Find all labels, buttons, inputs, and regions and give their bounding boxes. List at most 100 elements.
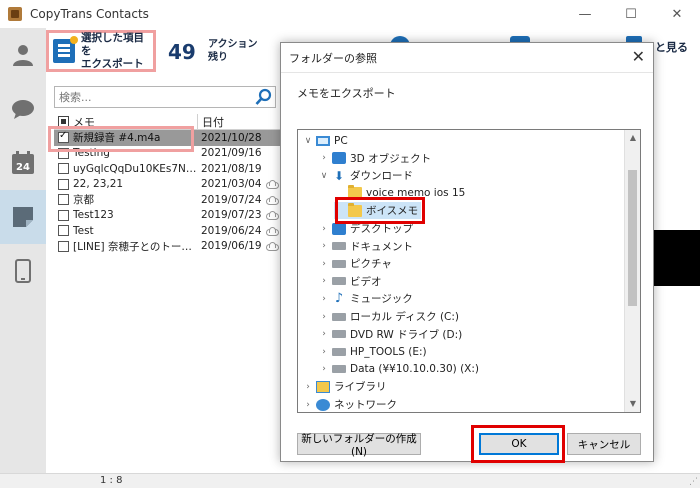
tree-item[interactable]: ∨ ⬇ ダウンロード <box>318 167 416 184</box>
tree-expand-icon[interactable]: › <box>318 276 330 286</box>
table-row[interactable]: uyGqlcQqDu10KEs7NGeE...2021/08/19 <box>54 161 280 177</box>
scroll-up-icon[interactable]: ▲ <box>625 130 640 146</box>
row-date: 2021/08/19 <box>201 162 262 175</box>
app-logo-icon <box>8 7 22 21</box>
row-checkbox[interactable] <box>58 130 69 144</box>
search-box <box>54 86 276 108</box>
folder-icon <box>332 365 346 374</box>
tree-expand-icon[interactable]: › <box>318 224 330 234</box>
tree-item[interactable]: › ピクチャ <box>318 255 395 272</box>
tree-expand-icon[interactable]: › <box>302 400 314 410</box>
cloud-icon <box>265 226 279 236</box>
folder-icon <box>332 330 346 339</box>
tree-item[interactable]: ∨ PC <box>302 132 351 149</box>
dialog-close-button[interactable]: ✕ <box>632 47 645 66</box>
folder-icon <box>316 135 330 146</box>
tree-item[interactable]: › Data (¥¥10.10.0.30) (X:) <box>318 361 482 378</box>
tree-item[interactable]: › ネットワーク <box>302 396 400 412</box>
export-selected-button[interactable]: 選択した項目を エクスポート <box>46 30 156 72</box>
tree-item[interactable]: ボイスメモ <box>334 202 422 220</box>
ok-button[interactable]: OK <box>479 433 559 455</box>
row-memo-name: 新規録音 #4.m4a <box>73 132 161 145</box>
tree-expand-icon[interactable]: › <box>318 364 330 374</box>
row-date: 2019/07/24 <box>201 193 262 206</box>
tree-expand-icon[interactable]: › <box>302 382 314 392</box>
tree-item[interactable]: › 3D オブジェクト <box>318 150 434 167</box>
rail-item-device[interactable] <box>0 244 46 298</box>
table-row[interactable]: 京都 2019/07/24 <box>54 192 280 208</box>
chat-icon <box>12 100 34 119</box>
tree-item[interactable]: › ビデオ <box>318 273 385 290</box>
tree-expand-icon[interactable]: › <box>318 259 330 269</box>
tree-item[interactable]: › ローカル ディスク (C:) <box>318 308 462 325</box>
scroll-down-icon[interactable]: ▼ <box>625 396 640 412</box>
status-bar: 1 : 8 ⋰ <box>0 473 700 488</box>
row-memo-name: 22, 23,21 <box>73 178 124 191</box>
table-row[interactable]: Test 2019/06/24 <box>54 223 280 239</box>
tree-expand-icon[interactable]: ∨ <box>318 171 330 181</box>
tree-item-label: ピクチャ <box>350 258 392 271</box>
row-checkbox[interactable] <box>58 147 69 159</box>
rail-item-messages[interactable] <box>0 82 46 136</box>
folder-icon <box>332 347 346 356</box>
search-icon[interactable] <box>255 88 273 106</box>
row-checkbox[interactable] <box>58 225 69 237</box>
folder-icon <box>348 202 362 217</box>
dialog-description: メモをエクスポート <box>297 87 396 100</box>
folder-icon: ♪ <box>334 290 344 306</box>
table-row[interactable]: 22, 23,21 2021/03/04 <box>54 177 280 193</box>
tree-item[interactable]: › ドキュメント <box>318 238 416 255</box>
tree-expand-icon[interactable]: › <box>318 312 330 322</box>
row-memo-name: [LINE] 奈穂子とのトーク.txt <box>73 240 199 253</box>
table-row[interactable]: 新規録音 #4.m4a 2021/10/28 <box>54 130 280 146</box>
scroll-thumb[interactable] <box>628 170 637 306</box>
rail-item-contacts[interactable] <box>0 28 46 82</box>
table-row[interactable]: [LINE] 奈穂子とのトーク.txt 2019/06/19 <box>54 239 280 255</box>
folder-tree: ∨ PC › 3D オブジェクト ∨ ⬇ ダウンロード voice memo ios 15 ボイ… <box>297 129 641 413</box>
column-header-date[interactable]: 日付 <box>198 114 224 129</box>
search-input[interactable] <box>55 87 251 107</box>
actions-remaining-label: アクション 残り <box>208 39 258 63</box>
tree-expand-icon[interactable]: › <box>318 294 330 304</box>
row-date: 2019/06/24 <box>201 224 262 237</box>
calendar-day-label: 24 <box>16 162 30 173</box>
minimize-button[interactable]: — <box>562 0 608 28</box>
tree-expand-icon[interactable]: ∨ <box>302 136 314 146</box>
close-window-button[interactable]: ✕ <box>654 0 700 28</box>
tree-item[interactable]: › HP_TOOLS (E:) <box>318 343 430 360</box>
cancel-button[interactable]: キャンセル <box>567 433 641 455</box>
rail-item-notes[interactable] <box>0 190 46 244</box>
maximize-button[interactable]: ☐ <box>608 0 654 28</box>
tree-expand-icon[interactable]: › <box>318 241 330 251</box>
left-nav-rail: 24 <box>0 28 46 473</box>
dialog-title-bar: フォルダーの参照 <box>281 43 653 73</box>
tree-scrollbar[interactable]: ▲ ▼ <box>624 130 640 412</box>
row-checkbox[interactable] <box>58 163 69 175</box>
resize-grip-icon[interactable]: ⋰ <box>689 477 698 487</box>
select-all-checkbox[interactable] <box>58 116 69 127</box>
tree-item[interactable]: voice memo ios 15 <box>334 185 468 202</box>
tree-item[interactable]: › ♪ ミュージック <box>318 290 416 307</box>
tree-expand-icon[interactable]: › <box>318 153 330 163</box>
tree-expand-icon[interactable]: › <box>318 347 330 357</box>
row-date: 2019/07/23 <box>201 209 262 222</box>
tree-item-label: ローカル ディスク (C:) <box>350 311 460 323</box>
row-checkbox[interactable] <box>58 209 69 221</box>
table-row[interactable]: Test123 2019/07/23 <box>54 208 280 224</box>
rail-item-calendar[interactable]: 24 <box>0 136 46 190</box>
tree-item[interactable]: › ライブラリ <box>302 378 390 395</box>
tree-item[interactable]: › デスクトップ <box>318 220 416 237</box>
table-row[interactable]: Testing 2021/09/16 <box>54 146 280 162</box>
new-folder-button[interactable]: 新しいフォルダーの作成(N) <box>297 433 421 458</box>
folder-icon <box>316 380 330 393</box>
tree-item[interactable]: › DVD RW ドライブ (D:) <box>318 326 465 343</box>
column-header-memo[interactable]: メモ <box>54 114 198 129</box>
note-icon <box>13 207 33 227</box>
memo-list: メモ 日付 新規録音 #4.m4a 2021/10/28 Testing 2021/0… <box>54 114 280 254</box>
cloud-icon <box>265 242 279 252</box>
tree-item-label: voice memo ios 15 <box>366 187 466 200</box>
row-checkbox[interactable] <box>58 194 69 206</box>
row-checkbox[interactable] <box>58 240 69 252</box>
row-checkbox[interactable] <box>58 178 69 190</box>
tree-expand-icon[interactable]: › <box>318 329 330 339</box>
